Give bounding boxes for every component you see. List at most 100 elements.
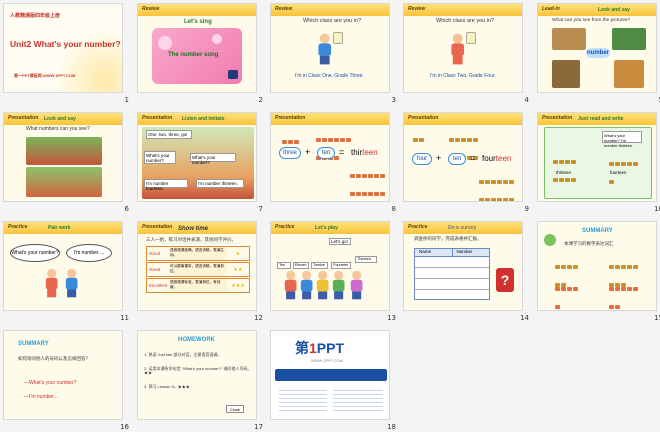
slide-preview: Presentation Just read and write What's … bbox=[537, 112, 657, 202]
rubric-stars: ★ bbox=[235, 250, 241, 257]
speech-bubble: What's your number? bbox=[144, 151, 176, 164]
slide-preview: 人教精通版四年级上册 Unit2 What's your number? 第一P… bbox=[3, 3, 123, 93]
bubble-decoration bbox=[212, 34, 222, 44]
slide-thumbnail-7[interactable]: Presentation Listen and imitate One, two… bbox=[137, 112, 263, 213]
slide-question: What numbers can you see? bbox=[26, 126, 90, 132]
slide-thumbnail-16[interactable]: SUMMARY 如何询问他人的号码以及怎样回答？ —What's your nu… bbox=[3, 330, 129, 431]
slide-preview: Review Which class are you in? I'm in Cl… bbox=[270, 3, 390, 93]
table-row[interactable] bbox=[415, 279, 489, 290]
slide-heading: Let's sing bbox=[184, 19, 212, 25]
slide-thumbnail-18[interactable]: 第1PPT WWW.1PPT.COM 18 bbox=[270, 330, 396, 431]
number-callout: number bbox=[586, 48, 610, 58]
slide-thumbnail-10[interactable]: Presentation Just read and write What's … bbox=[537, 112, 660, 213]
equals-sign: = bbox=[339, 147, 345, 157]
flower-group bbox=[608, 278, 640, 310]
summary-line-answer: —I'm number... bbox=[24, 394, 58, 400]
slide-thumbnail-12[interactable]: Presentation Show time 三人一组，练习对话并表演，其他同学… bbox=[137, 221, 263, 322]
section-tag: Review bbox=[142, 6, 160, 12]
child-illustration bbox=[300, 270, 313, 300]
slide-thumbnail-6[interactable]: Presentation Look and say What numbers c… bbox=[3, 112, 129, 213]
survey-table: Name Number bbox=[414, 248, 490, 300]
rubric-row: Great 可以脱离课本，语言流畅，表演到位。 ★★ bbox=[146, 262, 250, 277]
question-mark-icon: ? bbox=[496, 268, 514, 292]
word-three: three bbox=[279, 147, 301, 159]
slide-number: 7 bbox=[258, 205, 263, 213]
rubric-stars: ★★★ bbox=[231, 282, 245, 289]
slide-number: 1 bbox=[124, 96, 129, 104]
slide-heading: Let's play bbox=[315, 225, 338, 231]
slide-preview: 第1PPT WWW.1PPT.COM bbox=[270, 330, 390, 420]
rubric-row: Good 语音语调准确，语言流畅，表演生动。 ★ bbox=[146, 246, 250, 261]
number-label: Thirteen bbox=[355, 256, 377, 263]
bubble-decoration bbox=[158, 36, 172, 50]
rubric-desc: 语音语调标准，表演到位，有创新。 bbox=[169, 279, 227, 292]
label-thirteen: thirteen bbox=[556, 170, 572, 175]
slide-number: 12 bbox=[254, 314, 263, 322]
plus-sign: + bbox=[305, 147, 311, 157]
slide-header-bar: Presentation bbox=[404, 113, 522, 125]
section-tag: Practice bbox=[408, 224, 428, 230]
slide-intro: 三人一组，练习对话并表演，其他同学评价。 bbox=[146, 237, 236, 242]
column-header-name: Name bbox=[419, 249, 432, 254]
equals-sign: = bbox=[470, 153, 476, 163]
race-picture-bottom bbox=[26, 167, 102, 197]
slide-thumbnail-2[interactable]: Review Let's sing The number song 2 bbox=[137, 3, 263, 104]
slide-number: 10 bbox=[654, 205, 660, 213]
slide-preview: Presentation four + ten = fourteen bbox=[403, 112, 523, 202]
slide-thumbnail-17[interactable]: HOMEWORK 1. 熟读 Just talk 部分对话，注意语音语调。 2.… bbox=[137, 330, 263, 431]
flower-group bbox=[554, 278, 582, 310]
table-row[interactable] bbox=[415, 268, 489, 279]
slide-header-bar: Review bbox=[404, 4, 522, 16]
slide-preview: Presentation Show time 三人一组，练习对话并表演，其他同学… bbox=[137, 221, 257, 311]
slide-number: 17 bbox=[254, 423, 263, 431]
slide-header-bar: Review bbox=[271, 4, 389, 16]
slide-preview: Review Which class are you in? I'm in Cl… bbox=[403, 3, 523, 93]
speech-bubble: What's your number? bbox=[190, 153, 236, 165]
slide-title: 人教精通版四年级上册 bbox=[10, 13, 61, 19]
table-row[interactable] bbox=[415, 257, 489, 268]
slide-thumbnail-11[interactable]: Practice Pair work What's your number? I… bbox=[3, 221, 129, 322]
slide-thumbnail-13[interactable]: Practice Let's play Let's go! Ten Eleven… bbox=[270, 221, 396, 322]
song-title: The number song bbox=[168, 52, 219, 58]
slide-thumbnail-8[interactable]: Presentation three + ten = thirteen 8 bbox=[270, 112, 396, 213]
slide-number: 16 bbox=[120, 423, 129, 431]
flower-group-13 bbox=[349, 165, 385, 201]
song-video-panel[interactable]: The number song bbox=[152, 28, 242, 84]
rubric-level: Good bbox=[149, 251, 161, 256]
slide-thumbnail-1[interactable]: 人教精通版四年级上册 Unit2 What's your number? 第一P… bbox=[3, 3, 129, 104]
child-illustration bbox=[316, 270, 329, 300]
slide-thumbnail-14[interactable]: Practice Do a survey 调查你的同学，完成表格并汇报。 Nam… bbox=[403, 221, 529, 322]
slide-preview: SUMMARY 本课学习的数字表达词汇 bbox=[537, 221, 657, 311]
slide-thumbnail-4[interactable]: Review Which class are you in? I'm in Cl… bbox=[403, 3, 529, 104]
speech-bubble: Let's go! bbox=[329, 238, 351, 245]
slide-thumbnail-15[interactable]: SUMMARY 本课学习的数字表达词汇 15 bbox=[537, 221, 660, 322]
slide-intro: 本课学习的数字表达词汇 bbox=[564, 241, 614, 246]
homework-item: 3. 预习 Lesson 9。★★★ bbox=[144, 384, 190, 389]
class-sign bbox=[333, 32, 343, 44]
slide-number: 15 bbox=[654, 314, 660, 322]
section-tag: Practice bbox=[275, 224, 295, 230]
slide-thumbnail-9[interactable]: Presentation four + ten = fourteen 9 bbox=[403, 112, 529, 213]
play-icon[interactable] bbox=[228, 70, 238, 79]
section-tag: Lead-in bbox=[542, 6, 560, 12]
result-prefix: four bbox=[482, 154, 496, 163]
child-illustration bbox=[332, 270, 345, 300]
close-button[interactable]: Close bbox=[226, 405, 244, 413]
speech-bubble-answer: I'm number ... bbox=[66, 244, 112, 262]
slide-preview: Presentation three + ten = thirteen bbox=[270, 112, 390, 202]
result-word: thirteen bbox=[351, 148, 378, 158]
slide-intro: 如何询问他人的号码以及怎样回答？ bbox=[18, 356, 90, 361]
slide-thumbnail-3[interactable]: Review Which class are you in? I'm in Cl… bbox=[270, 3, 396, 104]
slide-header-bar: Presentation bbox=[271, 113, 389, 125]
section-tag: Presentation bbox=[8, 115, 39, 121]
slide-number: 11 bbox=[120, 314, 129, 322]
slide-thumbnail-5[interactable]: Lead-in Look and say What can you see fr… bbox=[537, 3, 660, 104]
slide-question: Which class are you in? bbox=[303, 18, 362, 24]
slide-preview: Practice Pair work What's your number? I… bbox=[3, 221, 123, 311]
table-header: Name Number bbox=[415, 249, 489, 257]
slide-number: 6 bbox=[124, 205, 129, 213]
girl-illustration bbox=[45, 268, 58, 298]
bee-group bbox=[552, 151, 580, 187]
slide-answer: I'm in Class Two, Grade Four. bbox=[430, 73, 496, 79]
section-tag: Presentation bbox=[142, 224, 173, 230]
